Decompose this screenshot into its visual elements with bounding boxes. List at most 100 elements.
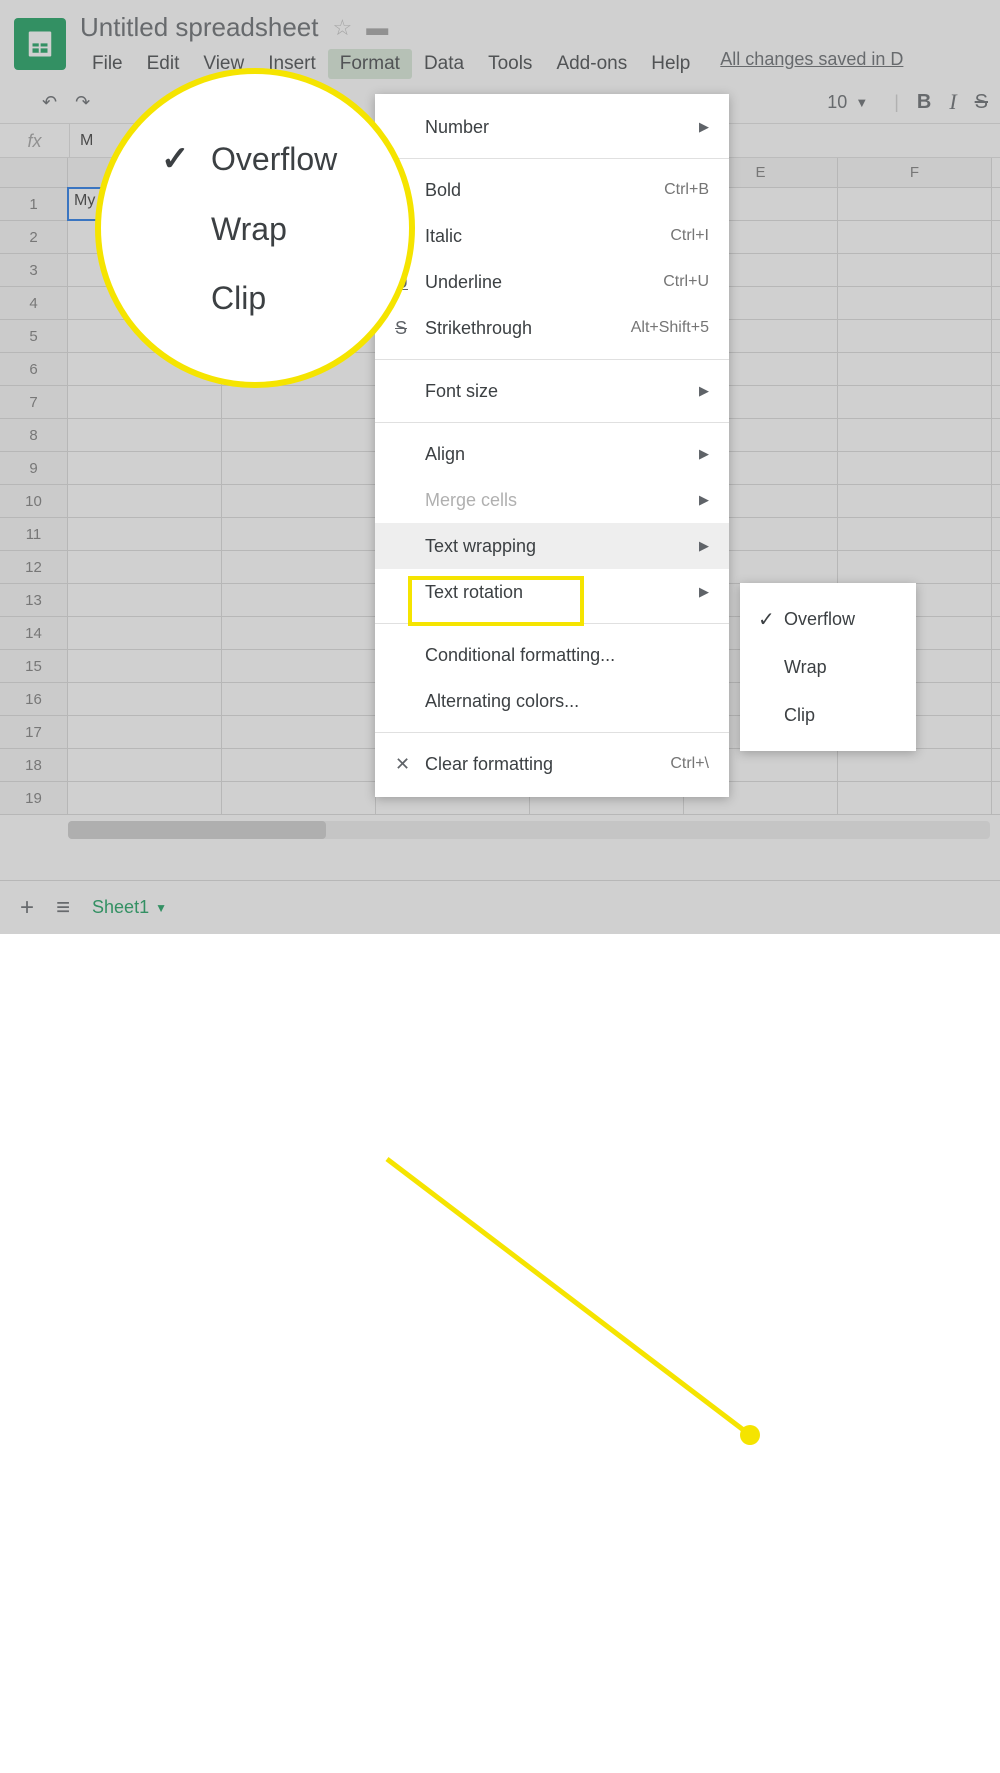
cell[interactable] [222, 386, 376, 418]
cell[interactable] [222, 650, 376, 682]
cell[interactable] [68, 683, 222, 715]
add-sheet-icon[interactable]: + [20, 894, 34, 922]
menu-underline[interactable]: UUnderlineCtrl+U [375, 259, 729, 305]
menu-file[interactable]: File [80, 49, 135, 79]
cell[interactable] [222, 518, 376, 550]
cell[interactable] [68, 782, 222, 814]
menu-edit[interactable]: Edit [135, 49, 192, 79]
save-status[interactable]: All changes saved in D [720, 49, 903, 79]
cell[interactable] [222, 485, 376, 517]
menu-align[interactable]: Align▶ [375, 431, 729, 477]
document-title[interactable]: Untitled spreadsheet [80, 12, 318, 43]
menu-strikethrough[interactable]: SStrikethroughAlt+Shift+5 [375, 305, 729, 351]
cell[interactable] [838, 782, 992, 814]
menu-font-size[interactable]: Font size▶ [375, 368, 729, 414]
formula-input[interactable]: M [70, 132, 93, 150]
row-header[interactable]: 3 [0, 254, 68, 286]
cell[interactable] [68, 716, 222, 748]
horizontal-scrollbar[interactable] [68, 821, 990, 839]
row-header[interactable]: 14 [0, 617, 68, 649]
strikethrough-button[interactable]: S [975, 91, 988, 114]
menu-help[interactable]: Help [639, 49, 702, 79]
all-sheets-icon[interactable]: ≡ [56, 894, 70, 922]
cell[interactable] [222, 749, 376, 781]
bold-button[interactable]: B [917, 91, 931, 114]
cell[interactable] [838, 419, 992, 451]
row-header[interactable]: 8 [0, 419, 68, 451]
italic-button[interactable]: I [949, 89, 956, 115]
star-icon[interactable]: ☆ [332, 15, 352, 41]
cell[interactable] [838, 287, 992, 319]
cell[interactable] [222, 551, 376, 583]
cell[interactable] [838, 386, 992, 418]
menu-conditional-formatting[interactable]: Conditional formatting... [375, 632, 729, 678]
cell[interactable] [838, 353, 992, 385]
menu-tools[interactable]: Tools [476, 49, 544, 79]
cell[interactable] [222, 584, 376, 616]
row-header[interactable]: 15 [0, 650, 68, 682]
cell[interactable] [838, 749, 992, 781]
cell[interactable] [838, 485, 992, 517]
row-header[interactable]: 7 [0, 386, 68, 418]
submenu-overflow[interactable]: ✓Overflow [740, 595, 916, 643]
select-all-corner[interactable] [0, 158, 68, 187]
cell[interactable] [68, 485, 222, 517]
cell[interactable] [68, 452, 222, 484]
cell[interactable] [68, 749, 222, 781]
menu-addons[interactable]: Add-ons [544, 49, 639, 79]
menu-italic[interactable]: IItalicCtrl+I [375, 213, 729, 259]
cell[interactable] [838, 188, 992, 220]
cell[interactable] [68, 650, 222, 682]
folder-icon[interactable]: ▬ [366, 15, 388, 41]
cell[interactable] [68, 551, 222, 583]
cell[interactable] [68, 419, 222, 451]
sheets-logo[interactable] [14, 18, 66, 70]
redo-icon[interactable]: ↷ [75, 92, 90, 113]
cell[interactable] [222, 716, 376, 748]
menu-text-wrapping[interactable]: Text wrapping▶ [375, 523, 729, 569]
row-header[interactable]: 16 [0, 683, 68, 715]
sheet-tab[interactable]: Sheet1 ▼ [92, 897, 167, 918]
cell[interactable] [68, 617, 222, 649]
cell[interactable] [68, 584, 222, 616]
row-header[interactable]: 1 [0, 188, 68, 220]
menu-data[interactable]: Data [412, 49, 476, 79]
row-header[interactable]: 2 [0, 221, 68, 253]
col-header[interactable]: F [838, 158, 992, 187]
cell[interactable] [222, 452, 376, 484]
menu-bold[interactable]: BBoldCtrl+B [375, 167, 729, 213]
cell[interactable] [222, 782, 376, 814]
row-header[interactable]: 6 [0, 353, 68, 385]
menu-number[interactable]: Number▶ [375, 104, 729, 150]
row-header[interactable]: 5 [0, 320, 68, 352]
zoom-clip: Clip [161, 280, 409, 317]
row-header[interactable]: 4 [0, 287, 68, 319]
row-header[interactable]: 17 [0, 716, 68, 748]
cell[interactable] [68, 386, 222, 418]
row-header[interactable]: 10 [0, 485, 68, 517]
row-header[interactable]: 18 [0, 749, 68, 781]
cell[interactable] [838, 518, 992, 550]
font-size-selector[interactable]: 10 ▼ [827, 92, 868, 113]
row-header[interactable]: 9 [0, 452, 68, 484]
submenu-clip[interactable]: Clip [740, 691, 916, 739]
undo-icon[interactable]: ↶ [42, 92, 57, 113]
cell[interactable] [68, 518, 222, 550]
cell[interactable] [222, 617, 376, 649]
menu-format[interactable]: Format [328, 49, 412, 79]
menu-alternating-colors[interactable]: Alternating colors... [375, 678, 729, 724]
cell[interactable] [222, 683, 376, 715]
menu-text-rotation[interactable]: Text rotation▶ [375, 569, 729, 615]
cell[interactable] [838, 320, 992, 352]
submenu-wrap[interactable]: Wrap [740, 643, 916, 691]
row-header[interactable]: 19 [0, 782, 68, 814]
row-header[interactable]: 12 [0, 551, 68, 583]
cell[interactable] [838, 551, 992, 583]
menu-clear-formatting[interactable]: ✕Clear formattingCtrl+\ [375, 741, 729, 787]
cell[interactable] [838, 254, 992, 286]
cell[interactable] [838, 221, 992, 253]
row-header[interactable]: 13 [0, 584, 68, 616]
row-header[interactable]: 11 [0, 518, 68, 550]
cell[interactable] [838, 452, 992, 484]
cell[interactable] [222, 419, 376, 451]
